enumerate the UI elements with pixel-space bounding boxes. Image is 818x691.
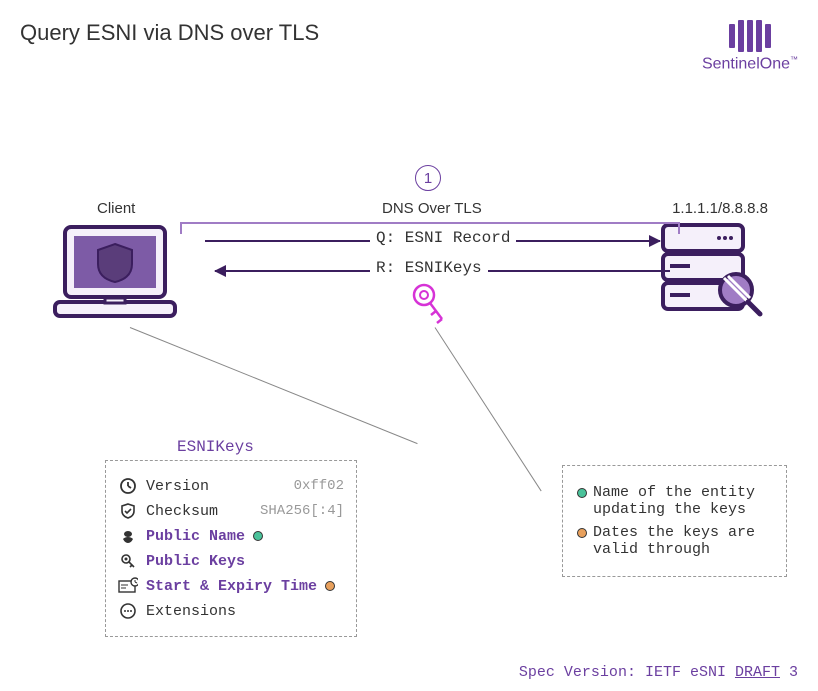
esnikeys-box: Version 0xff02 Checksum SHA256[:4] Publi…	[105, 460, 357, 637]
spec-version-footer: Spec Version: IETF eSNI DRAFT 3	[519, 664, 798, 681]
row-checksum: Checksum SHA256[:4]	[118, 501, 344, 521]
extensions-label: Extensions	[146, 603, 236, 620]
dns-over-tls-label: DNS Over TLS	[382, 200, 482, 217]
step-number-badge: 1	[415, 165, 441, 191]
sentinelone-bars-icon	[702, 20, 798, 52]
row-extensions: Extensions	[118, 601, 344, 621]
green-dot-icon	[253, 531, 263, 541]
legend-box: Name of the entity updating the keys Dat…	[562, 465, 787, 577]
server-icon	[658, 220, 768, 325]
key-icon	[410, 283, 446, 332]
checksum-label: Checksum	[146, 503, 218, 520]
cheque-clock-icon	[118, 576, 138, 596]
row-public-name: Public Name	[118, 526, 344, 546]
dots-circle-icon	[118, 601, 138, 621]
public-keys-label: Public Keys	[146, 553, 245, 570]
key-small-icon	[118, 551, 138, 571]
legend-orange-text: Dates the keys are valid through	[593, 524, 772, 558]
row-public-keys: Public Keys	[118, 551, 344, 571]
response-label: R: ESNIKeys	[370, 259, 488, 277]
legend-orange: Dates the keys are valid through	[577, 524, 772, 558]
client-label: Client	[97, 200, 135, 217]
clock-icon	[118, 476, 138, 496]
version-label: Version	[146, 478, 209, 495]
server-label: 1.1.1.1/8.8.8.8	[672, 200, 768, 217]
row-start-expiry: Start & Expiry Time	[118, 576, 344, 596]
green-dot-icon	[577, 488, 587, 498]
brand-name: SentinelOne™	[702, 55, 798, 73]
laptop-icon	[50, 222, 180, 327]
brand-logo: SentinelOne™	[702, 20, 798, 73]
page-title: Query ESNI via DNS over TLS	[20, 20, 319, 46]
start-expiry-label: Start & Expiry Time	[146, 578, 317, 595]
shield-check-icon	[118, 501, 138, 521]
orange-dot-icon	[325, 581, 335, 591]
public-name-label: Public Name	[146, 528, 245, 545]
legend-green: Name of the entity updating the keys	[577, 484, 772, 518]
checksum-value: SHA256[:4]	[260, 503, 344, 519]
row-version: Version 0xff02	[118, 476, 344, 496]
callout-line	[435, 327, 542, 491]
orange-dot-icon	[577, 528, 587, 538]
esnikeys-heading: ESNIKeys	[177, 438, 254, 456]
query-label: Q: ESNI Record	[370, 229, 516, 247]
legend-green-text: Name of the entity updating the keys	[593, 484, 772, 518]
version-value: 0xff02	[294, 478, 344, 494]
hipster-icon	[118, 526, 138, 546]
draft-link[interactable]: DRAFT	[735, 664, 780, 681]
callout-line	[130, 327, 418, 444]
